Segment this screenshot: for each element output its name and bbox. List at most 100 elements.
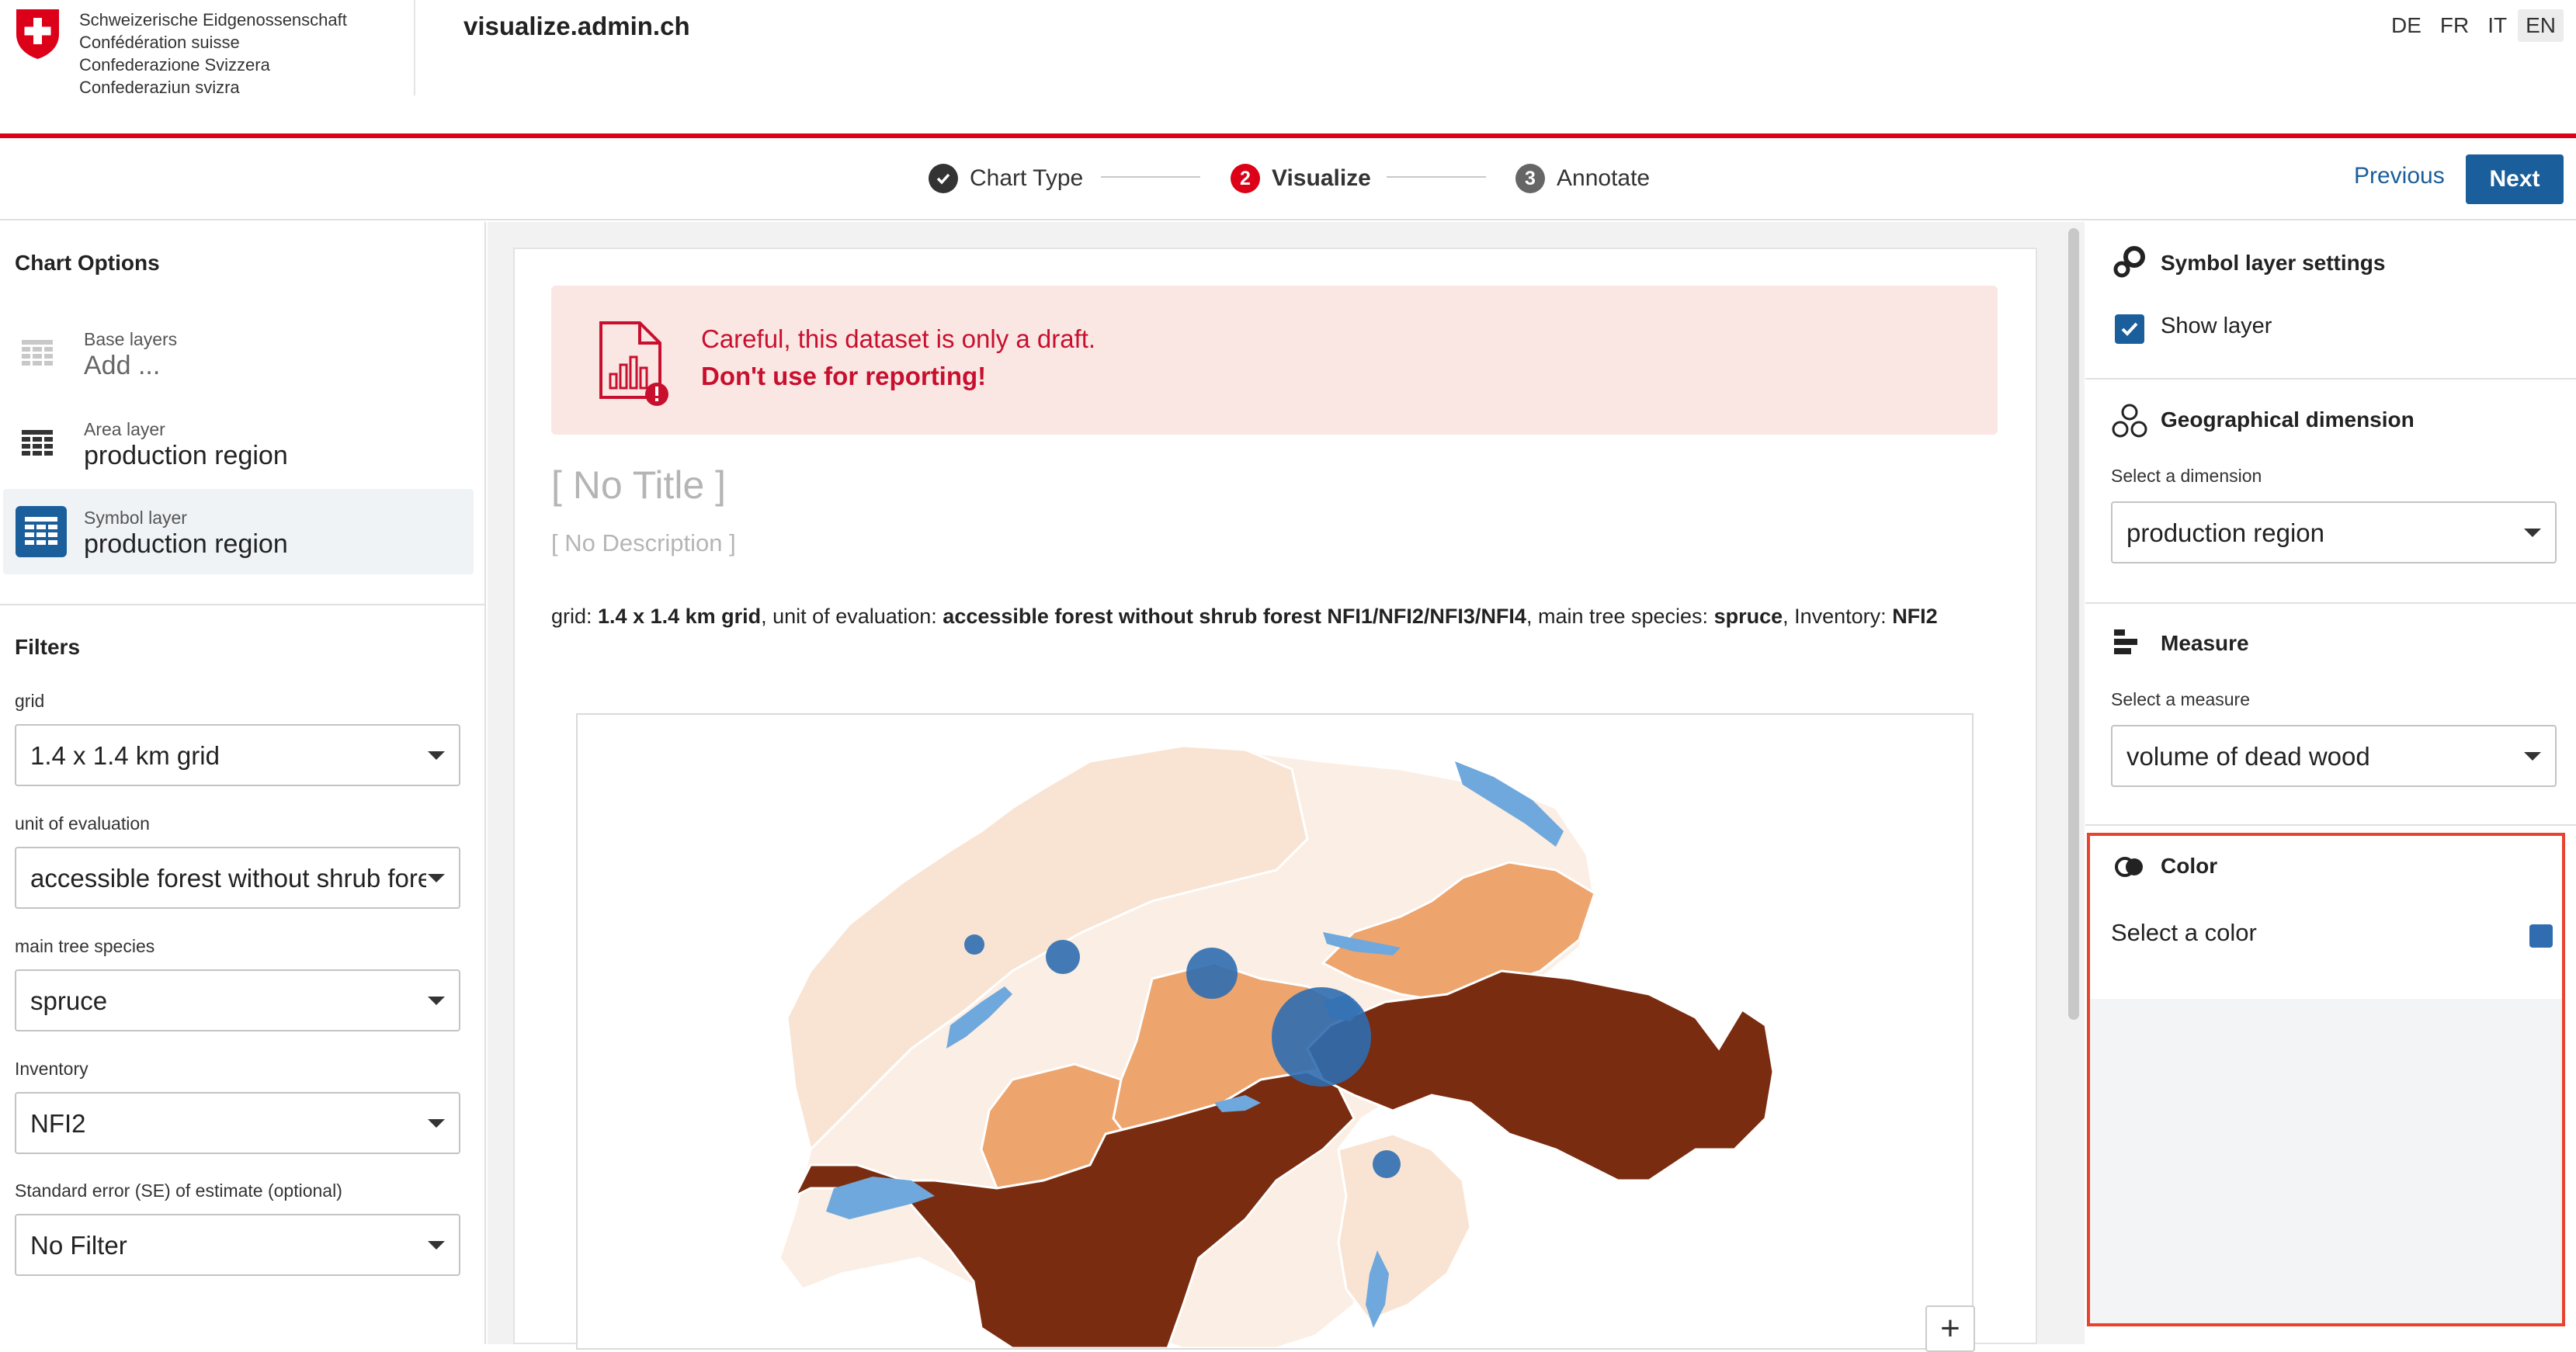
layer-value-label: production region [84,441,288,470]
step-visualize[interactable]: 2 Visualize [1231,164,1371,193]
filter-label-species: main tree species [15,936,155,956]
measure-select-label: Select a measure [2111,689,2250,709]
active-filters-summary: grid: 1.4 x 1.4 km grid, unit of evaluat… [551,601,1995,632]
grid-table-icon [22,340,53,366]
layer-item-base[interactable]: Base layers Add ... [3,310,474,396]
filter-summary-text: grid: [551,605,599,628]
geo-select-label: Select a dimension [2111,466,2262,486]
filter-select-species[interactable]: spruce [15,969,460,1031]
caret-down-icon [2524,529,2541,537]
caret-down-icon [428,997,445,1005]
filter-value: No Filter [30,1231,127,1260]
filter-value: spruce [30,986,108,1015]
panel-divider [0,604,486,605]
panel-divider [2085,602,2576,604]
filter-value: accessible forest without shrub forest N… [30,864,426,893]
layer-item-area[interactable]: Area layer production region [3,400,474,486]
geo-dimension-select[interactable]: production region [2111,501,2557,563]
panel-divider [2085,378,2576,380]
show-layer-label[interactable]: Show layer [2161,314,2272,339]
map-symbol-circle[interactable] [1186,948,1238,999]
filter-select-standard-error[interactable]: No Filter [15,1214,460,1276]
color-swatch-button[interactable] [2529,924,2553,948]
filter-summary-value: spruce [1713,605,1783,628]
filter-label-standard-error: Standard error (SE) of estimate (optiona… [15,1180,342,1201]
layer-kind-label: Symbol layer [84,508,187,528]
site-header: Schweizerische Eidgenossenschaft Confédé… [0,0,2576,133]
geographical-dimension-title: Geographical dimension [2161,407,2415,432]
next-button[interactable]: Next [2466,154,2564,204]
layer-value-label: Add ... [84,351,161,380]
measure-select[interactable]: volume of dead wood [2111,725,2557,787]
table-icon [16,506,67,557]
filter-summary-text: , unit of evaluation: [761,605,943,628]
color-section-highlight [2087,833,2565,1326]
site-title-link[interactable]: visualize.admin.ch [463,12,690,41]
map-symbol-circle[interactable] [1373,1150,1401,1178]
org-name-rm: Confederaziun svizra [79,78,240,97]
color-title: Color [2161,854,2218,878]
step-chart-type[interactable]: Chart Type [929,164,1083,193]
panel-divider [2085,824,2576,826]
draft-warning-alert: Careful, this dataset is only a draft. D… [551,286,1998,435]
swiss-coat-of-arms-logo [16,9,59,59]
show-layer-checkbox[interactable] [2115,314,2144,344]
map-region-ticino [1337,1132,1472,1322]
scrollbar-thumb[interactable] [2068,228,2079,1020]
filter-summary-value: 1.4 x 1.4 km grid [598,605,762,628]
chart-description-placeholder[interactable]: [ No Description ] [551,529,736,557]
step-annotate-number: 3 [1515,164,1545,193]
previous-button[interactable]: Previous [2345,157,2454,196]
layer-kind-label: Area layer [84,419,165,439]
step-visualize-number: 2 [1231,164,1260,193]
layer-item-symbol[interactable]: Symbol layer production region [3,489,474,574]
map-container[interactable] [576,713,1974,1350]
alert-text-line2: Don't use for reporting! [701,362,987,390]
dimension-circles-icon [2112,404,2147,438]
lang-de[interactable]: DE [2383,9,2429,42]
color-toggle-icon [2115,857,2143,877]
bar-chart-icon [2114,629,2137,654]
map-symbol-circle[interactable] [1046,940,1080,974]
filter-summary-text: , Inventory: [1783,605,1893,628]
map-symbol-circle[interactable] [1272,987,1371,1087]
alert-text-line1: Careful, this dataset is only a draft. [701,324,1096,353]
org-name-fr: Confédération suisse [79,33,240,52]
caret-down-icon [2524,752,2541,761]
color-section-body [2090,999,2562,1323]
filter-label-inventory: Inventory [15,1059,89,1079]
filter-summary-text: , main tree species: [1526,605,1714,628]
step-visualize-label: Visualize [1272,165,1371,191]
lang-en[interactable]: EN [2518,9,2564,42]
symbol-layer-settings-title: Symbol layer settings [2161,251,2386,275]
step-annotate[interactable]: 3 Annotate [1515,164,1650,193]
select-color-label: Select a color [2111,919,2257,946]
gear-icon [2113,246,2145,278]
table-icon [22,430,53,456]
federal-administration-names: Schweizerische Eidgenossenschaft Confédé… [79,9,347,99]
measure-title: Measure [2161,631,2249,655]
map-zoom-in-button[interactable]: + [1925,1305,1975,1352]
filter-select-unit[interactable]: accessible forest without shrub forest N… [15,847,460,909]
filter-select-inventory[interactable]: NFI2 [15,1092,460,1154]
step-annotate-label: Annotate [1557,165,1651,191]
org-name-it: Confederazione Svizzera [79,55,270,75]
header-divider [414,0,415,95]
caret-down-icon [428,1119,445,1128]
switzerland-choropleth-map[interactable] [578,715,1972,1350]
chart-title-placeholder[interactable]: [ No Title ] [551,463,726,508]
step-chart-type-label: Chart Type [970,165,1084,191]
lang-it[interactable]: IT [2480,9,2515,42]
lang-fr[interactable]: FR [2432,9,2477,42]
select-value: production region [2126,518,2325,547]
chart-options-title: Chart Options [15,251,160,275]
filter-label-unit: unit of evaluation [15,813,150,834]
filters-title: Filters [15,635,81,659]
caret-down-icon [428,1241,445,1250]
map-symbol-circle[interactable] [964,934,984,955]
filter-select-grid[interactable]: 1.4 x 1.4 km grid [15,724,460,786]
layer-value-label: production region [84,529,288,559]
checkmark-icon [929,164,958,193]
filter-summary-value: NFI2 [1892,605,1938,628]
caret-down-icon [428,751,445,760]
